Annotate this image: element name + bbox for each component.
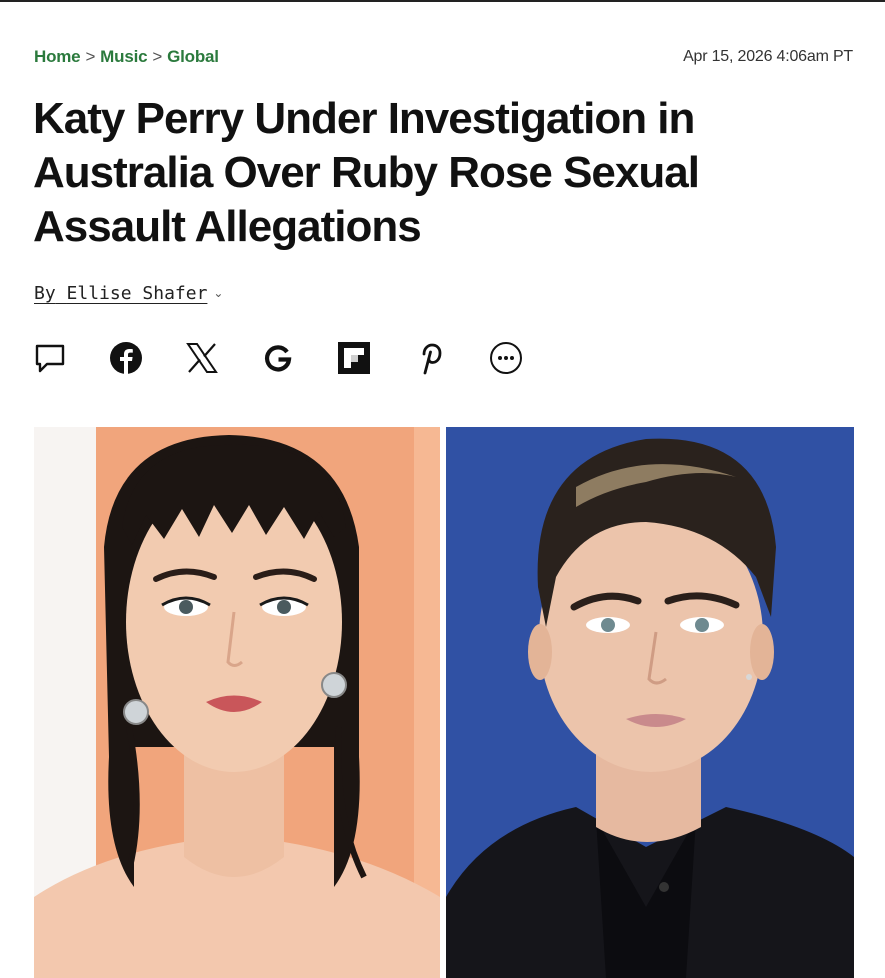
breadcrumb-separator: > — [152, 47, 163, 66]
google-icon[interactable] — [261, 341, 295, 375]
comment-icon[interactable] — [33, 341, 67, 375]
x-icon[interactable] — [185, 341, 219, 375]
publish-timestamp: Apr 15, 2026 4:06am PT — [683, 48, 853, 65]
breadcrumb-music-link[interactable]: Music — [100, 47, 147, 66]
byline-prefix: By — [34, 283, 56, 304]
breadcrumb-separator: > — [85, 47, 96, 66]
share-bar — [33, 341, 565, 375]
facebook-icon[interactable] — [109, 341, 143, 375]
breadcrumb-global-link[interactable]: Global — [167, 47, 219, 66]
chevron-down-icon[interactable]: ⌄ — [213, 286, 223, 300]
katy-perry-photo — [34, 427, 440, 978]
article-headline: Katy Perry Under Investigation in Austra… — [33, 94, 700, 251]
breadcrumb-home-link[interactable]: Home — [34, 47, 81, 66]
byline[interactable]: By Ellise Shafer ⌄ — [34, 283, 223, 304]
top-border — [0, 0, 885, 2]
pinterest-icon[interactable] — [413, 341, 447, 375]
more-icon[interactable] — [489, 341, 523, 375]
breadcrumb: Home > Music > Global — [34, 47, 219, 67]
ruby-rose-photo — [446, 427, 854, 978]
author-name[interactable]: Ellise Shafer — [67, 283, 208, 304]
flipboard-icon[interactable] — [337, 341, 371, 375]
